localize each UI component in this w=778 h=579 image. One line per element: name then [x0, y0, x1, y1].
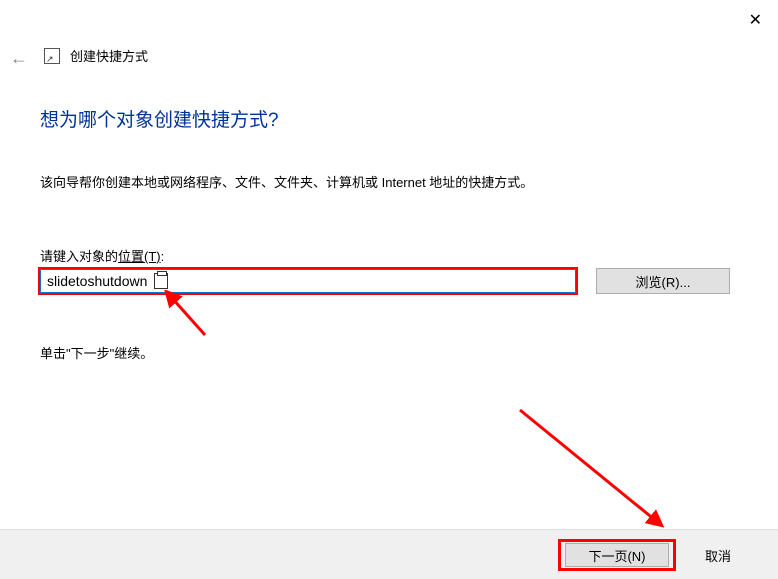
dialog-title: 创建快捷方式: [70, 46, 148, 65]
annotation-arrow-input: [160, 290, 220, 350]
location-input-highlight: [38, 267, 578, 295]
location-input[interactable]: [40, 269, 576, 293]
cancel-button[interactable]: 取消: [688, 543, 748, 567]
wizard-description: 该向导帮你创建本地或网络程序、文件、文件夹、计算机或 Internet 地址的快…: [40, 172, 533, 191]
browse-button[interactable]: 浏览(R)...: [596, 268, 730, 294]
title-bar: 创建快捷方式: [44, 46, 148, 65]
location-input-label: 请键入对象的位置(T):: [40, 246, 164, 265]
dialog-footer: 下一页(N) 取消: [0, 529, 778, 579]
next-button-highlight: 下一页(N): [558, 539, 676, 571]
page-heading: 想为哪个对象创建快捷方式?: [40, 105, 279, 132]
continue-instruction: 单击"下一步"继续。: [40, 343, 153, 362]
annotation-arrow-next: [510, 400, 690, 540]
close-icon[interactable]: ✕: [749, 10, 762, 30]
back-arrow-icon[interactable]: ←: [10, 48, 28, 69]
shortcut-icon: [44, 48, 60, 64]
next-button[interactable]: 下一页(N): [565, 543, 669, 567]
